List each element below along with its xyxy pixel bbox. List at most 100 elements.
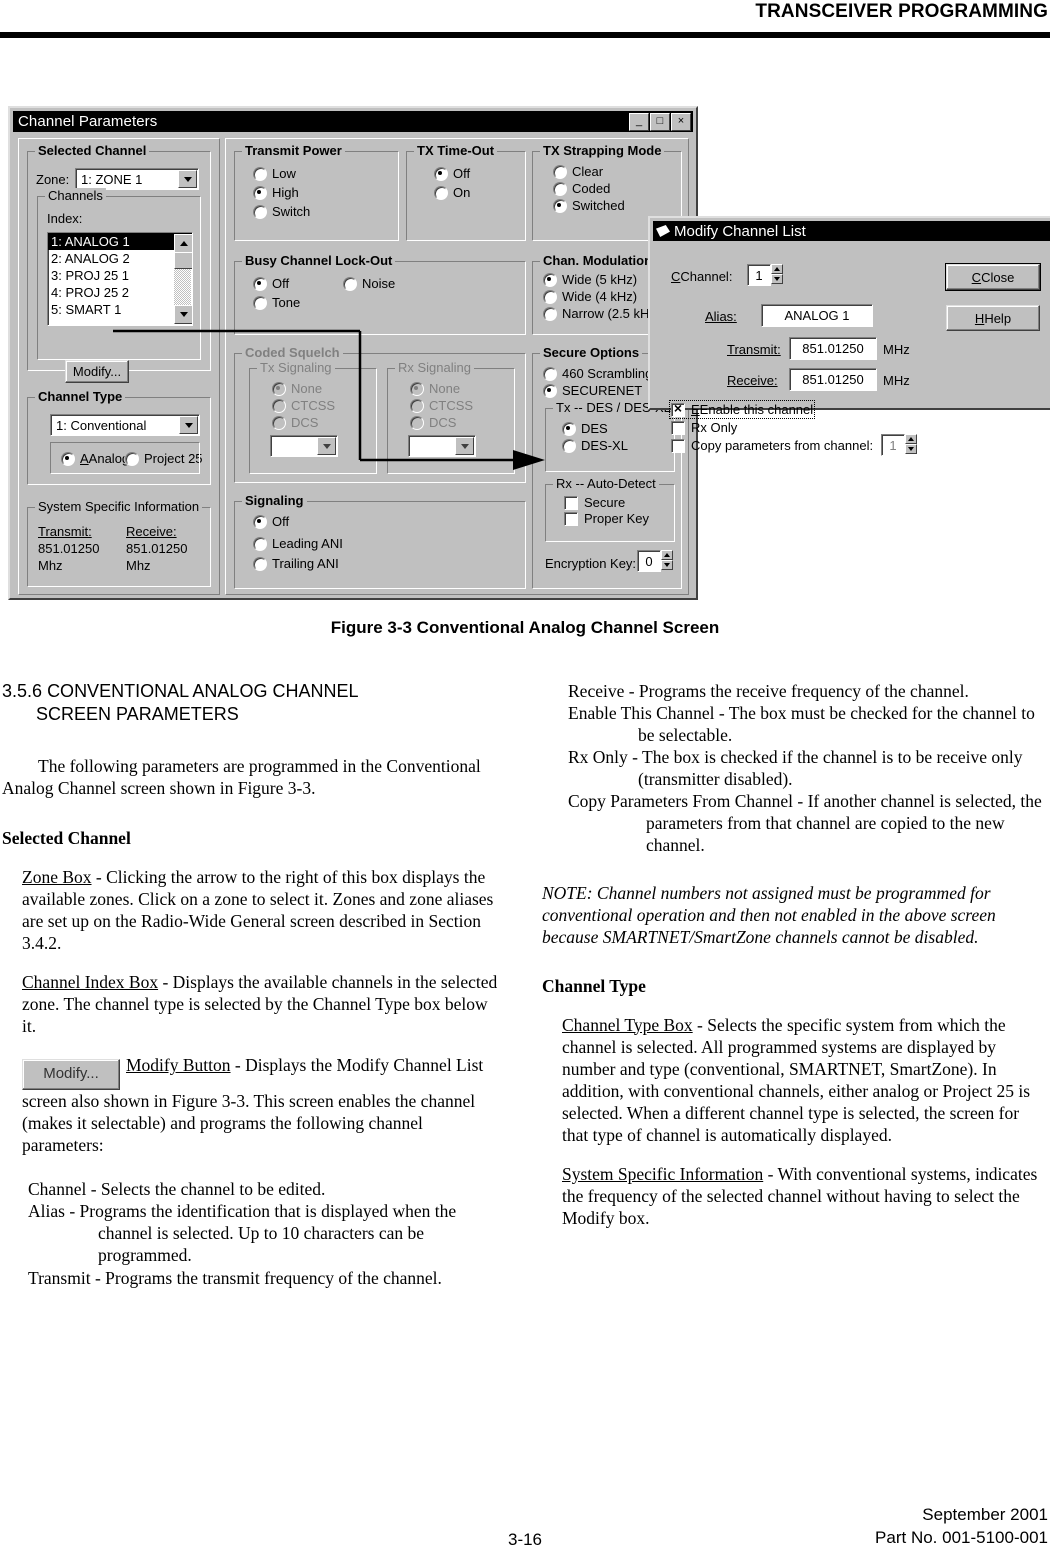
radio-tx-none[interactable]: None	[272, 381, 322, 396]
radio-signaling-leading-ani[interactable]: Leading ANI	[253, 536, 343, 551]
channel-type-combobox[interactable]: 1: Conventional	[50, 414, 200, 436]
chevron-down-icon[interactable]	[317, 437, 336, 455]
radio-lockout-noise[interactable]: Noise	[343, 276, 395, 291]
radio-dot-icon	[253, 204, 267, 219]
radio-mod-narrow[interactable]: Narrow (2.5 kHz)	[543, 306, 660, 321]
radio-tx-ctcss[interactable]: CTCSS	[272, 398, 335, 413]
spinner-up-icon[interactable]	[771, 264, 783, 274]
dialog-receive-unit: MHz	[883, 373, 910, 388]
radio-des[interactable]: DES	[562, 421, 608, 436]
dialog-receive-field[interactable]: 851.01250	[789, 368, 877, 391]
radio-signaling-trailing-ani[interactable]: Trailing ANI	[253, 556, 339, 571]
checkbox-icon	[671, 420, 685, 435]
inline-modify-button[interactable]: Modify...	[22, 1059, 120, 1091]
listbox-scrollbar[interactable]	[174, 234, 192, 324]
tx-signaling-combobox[interactable]	[270, 435, 338, 457]
radio-strap-coded[interactable]: Coded	[553, 181, 610, 196]
radio-strap-switched[interactable]: Switched	[553, 198, 625, 213]
radio-analog[interactable]: A Analog	[61, 451, 129, 466]
system-specific-term: System Specific Information	[562, 1163, 764, 1184]
rx-signaling-combobox[interactable]	[408, 435, 476, 457]
list-item[interactable]: 3: PROJ 25 1	[48, 267, 192, 284]
channel-index-listbox[interactable]: 1: ANALOG 1 2: ANALOG 2 3: PROJ 25 1 4: …	[47, 232, 193, 326]
rx-auto-detect-label: Rx -- Auto-Detect	[553, 476, 659, 491]
copy-params-spinner[interactable]	[905, 434, 917, 454]
dialog-alias-field[interactable]: ANALOG 1	[761, 304, 873, 327]
radio-rx-ctcss[interactable]: CTCSS	[410, 398, 473, 413]
radio-power-low[interactable]: Low	[253, 166, 296, 181]
radio-dot-icon	[562, 438, 576, 453]
chevron-down-icon[interactable]	[179, 416, 198, 434]
radio-strap-clear[interactable]: Clear	[553, 164, 603, 179]
window-titlebar[interactable]: Channel Parameters _ □ ×	[13, 111, 693, 132]
encryption-key-spinner[interactable]	[661, 550, 673, 570]
chevron-down-icon[interactable]	[178, 170, 197, 188]
list-item[interactable]: 2: ANALOG 2	[48, 250, 192, 267]
copy-params-channel-field[interactable]: 1	[881, 434, 905, 456]
list-item[interactable]: 5: SMART 1	[48, 301, 192, 318]
radio-power-high[interactable]: High	[253, 185, 299, 200]
dialog-channel-spinner[interactable]	[771, 264, 783, 284]
dialog-titlebar[interactable]: Modify Channel List	[653, 221, 1050, 241]
zone-value: 1: ZONE 1	[81, 171, 143, 187]
close-icon[interactable]: ×	[671, 112, 691, 131]
dialog-client-area: CChannel: 1 Alias: ANALOG 1 Transmit: 85…	[653, 243, 1050, 456]
tx-strapping-label: TX Strapping Mode	[540, 143, 665, 158]
scroll-up-icon[interactable]	[174, 234, 192, 253]
channel-type-label: Channel Type	[35, 389, 126, 404]
rx-signaling-label: Rx Signaling	[395, 360, 474, 375]
radio-timeout-on[interactable]: On	[434, 185, 470, 200]
maximize-icon[interactable]: □	[650, 112, 670, 131]
dialog-channel-label: CChannel:	[671, 269, 733, 284]
radio-project-25[interactable]: Project 25	[125, 451, 203, 466]
scroll-down-icon[interactable]	[174, 305, 192, 324]
radio-des-xl[interactable]: DES-XL	[562, 438, 628, 453]
checkbox-proper-key[interactable]: Proper Key	[564, 511, 649, 526]
radio-tx-dcs[interactable]: DCS	[272, 415, 318, 430]
radio-mod-wide5[interactable]: Wide (5 kHz)	[543, 272, 637, 287]
radio-mod-wide4[interactable]: Wide (4 kHz)	[543, 289, 637, 304]
modify-button[interactable]: Modify...	[65, 360, 129, 383]
chevron-down-icon[interactable]	[455, 437, 474, 455]
radio-rx-dcs[interactable]: DCS	[410, 415, 456, 430]
radio-dot-icon	[253, 536, 267, 551]
channel-index-paragraph: Channel Index Box - Displays the availab…	[22, 971, 502, 1037]
spinner-up-icon[interactable]	[905, 434, 917, 444]
radio-dot-icon	[253, 185, 267, 200]
close-button[interactable]: C Close	[946, 264, 1040, 290]
spinner-up-icon[interactable]	[661, 550, 673, 560]
radio-securenet[interactable]: SECURENET	[543, 383, 642, 398]
note-paragraph: NOTE: Channel numbers not assigned must …	[542, 883, 996, 948]
zone-combobox[interactable]: 1: ZONE 1	[75, 168, 199, 190]
checkbox-copy-parameters[interactable]: Copy parameters from channel:	[671, 438, 873, 453]
list-item[interactable]: 4: PROJ 25 2	[48, 284, 192, 301]
minimize-icon[interactable]: _	[629, 112, 649, 131]
checkbox-secure[interactable]: Secure	[564, 495, 625, 510]
dialog-transmit-field[interactable]: 851.01250	[789, 337, 877, 360]
radio-signaling-off[interactable]: Off	[253, 514, 289, 529]
radio-lockout-off[interactable]: Off	[253, 276, 289, 291]
list-item[interactable]: 1: ANALOG 1	[48, 233, 192, 250]
checkbox-enable-this-channel[interactable]: EEnable this channel	[668, 400, 816, 419]
spinner-down-icon[interactable]	[661, 560, 673, 570]
system-specific-info-group: System Specific Information Transmit: 85…	[27, 499, 211, 587]
radio-dot-icon	[272, 415, 286, 430]
radio-lockout-tone[interactable]: Tone	[253, 295, 300, 310]
param-copy: Copy Parameters From Channel - If anothe…	[568, 791, 1042, 856]
dialog-channel-field[interactable]: 1	[747, 264, 771, 286]
footer-part-number: Part No. 001-5100-001	[875, 1528, 1048, 1548]
radio-460-scrambling[interactable]: 460 Scrambling	[543, 366, 652, 381]
radio-rx-none[interactable]: None	[410, 381, 460, 396]
radio-timeout-off[interactable]: Off	[434, 166, 470, 181]
help-button[interactable]: H Help	[946, 305, 1040, 331]
spinner-down-icon[interactable]	[771, 274, 783, 284]
encryption-key-value: 0	[645, 553, 653, 569]
scrollbar-thumb[interactable]	[174, 252, 192, 269]
heading-channel-type: Channel Type	[542, 975, 646, 996]
spinner-down-icon[interactable]	[905, 444, 917, 454]
dialog-receive-value: 851.01250	[802, 372, 864, 387]
encryption-key-field[interactable]: 0	[637, 550, 661, 572]
checkbox-rx-only[interactable]: Rx Only	[671, 420, 737, 435]
radio-power-switch[interactable]: Switch	[253, 204, 310, 219]
channel-type-radio-group: A Analog Project 25	[50, 442, 203, 474]
